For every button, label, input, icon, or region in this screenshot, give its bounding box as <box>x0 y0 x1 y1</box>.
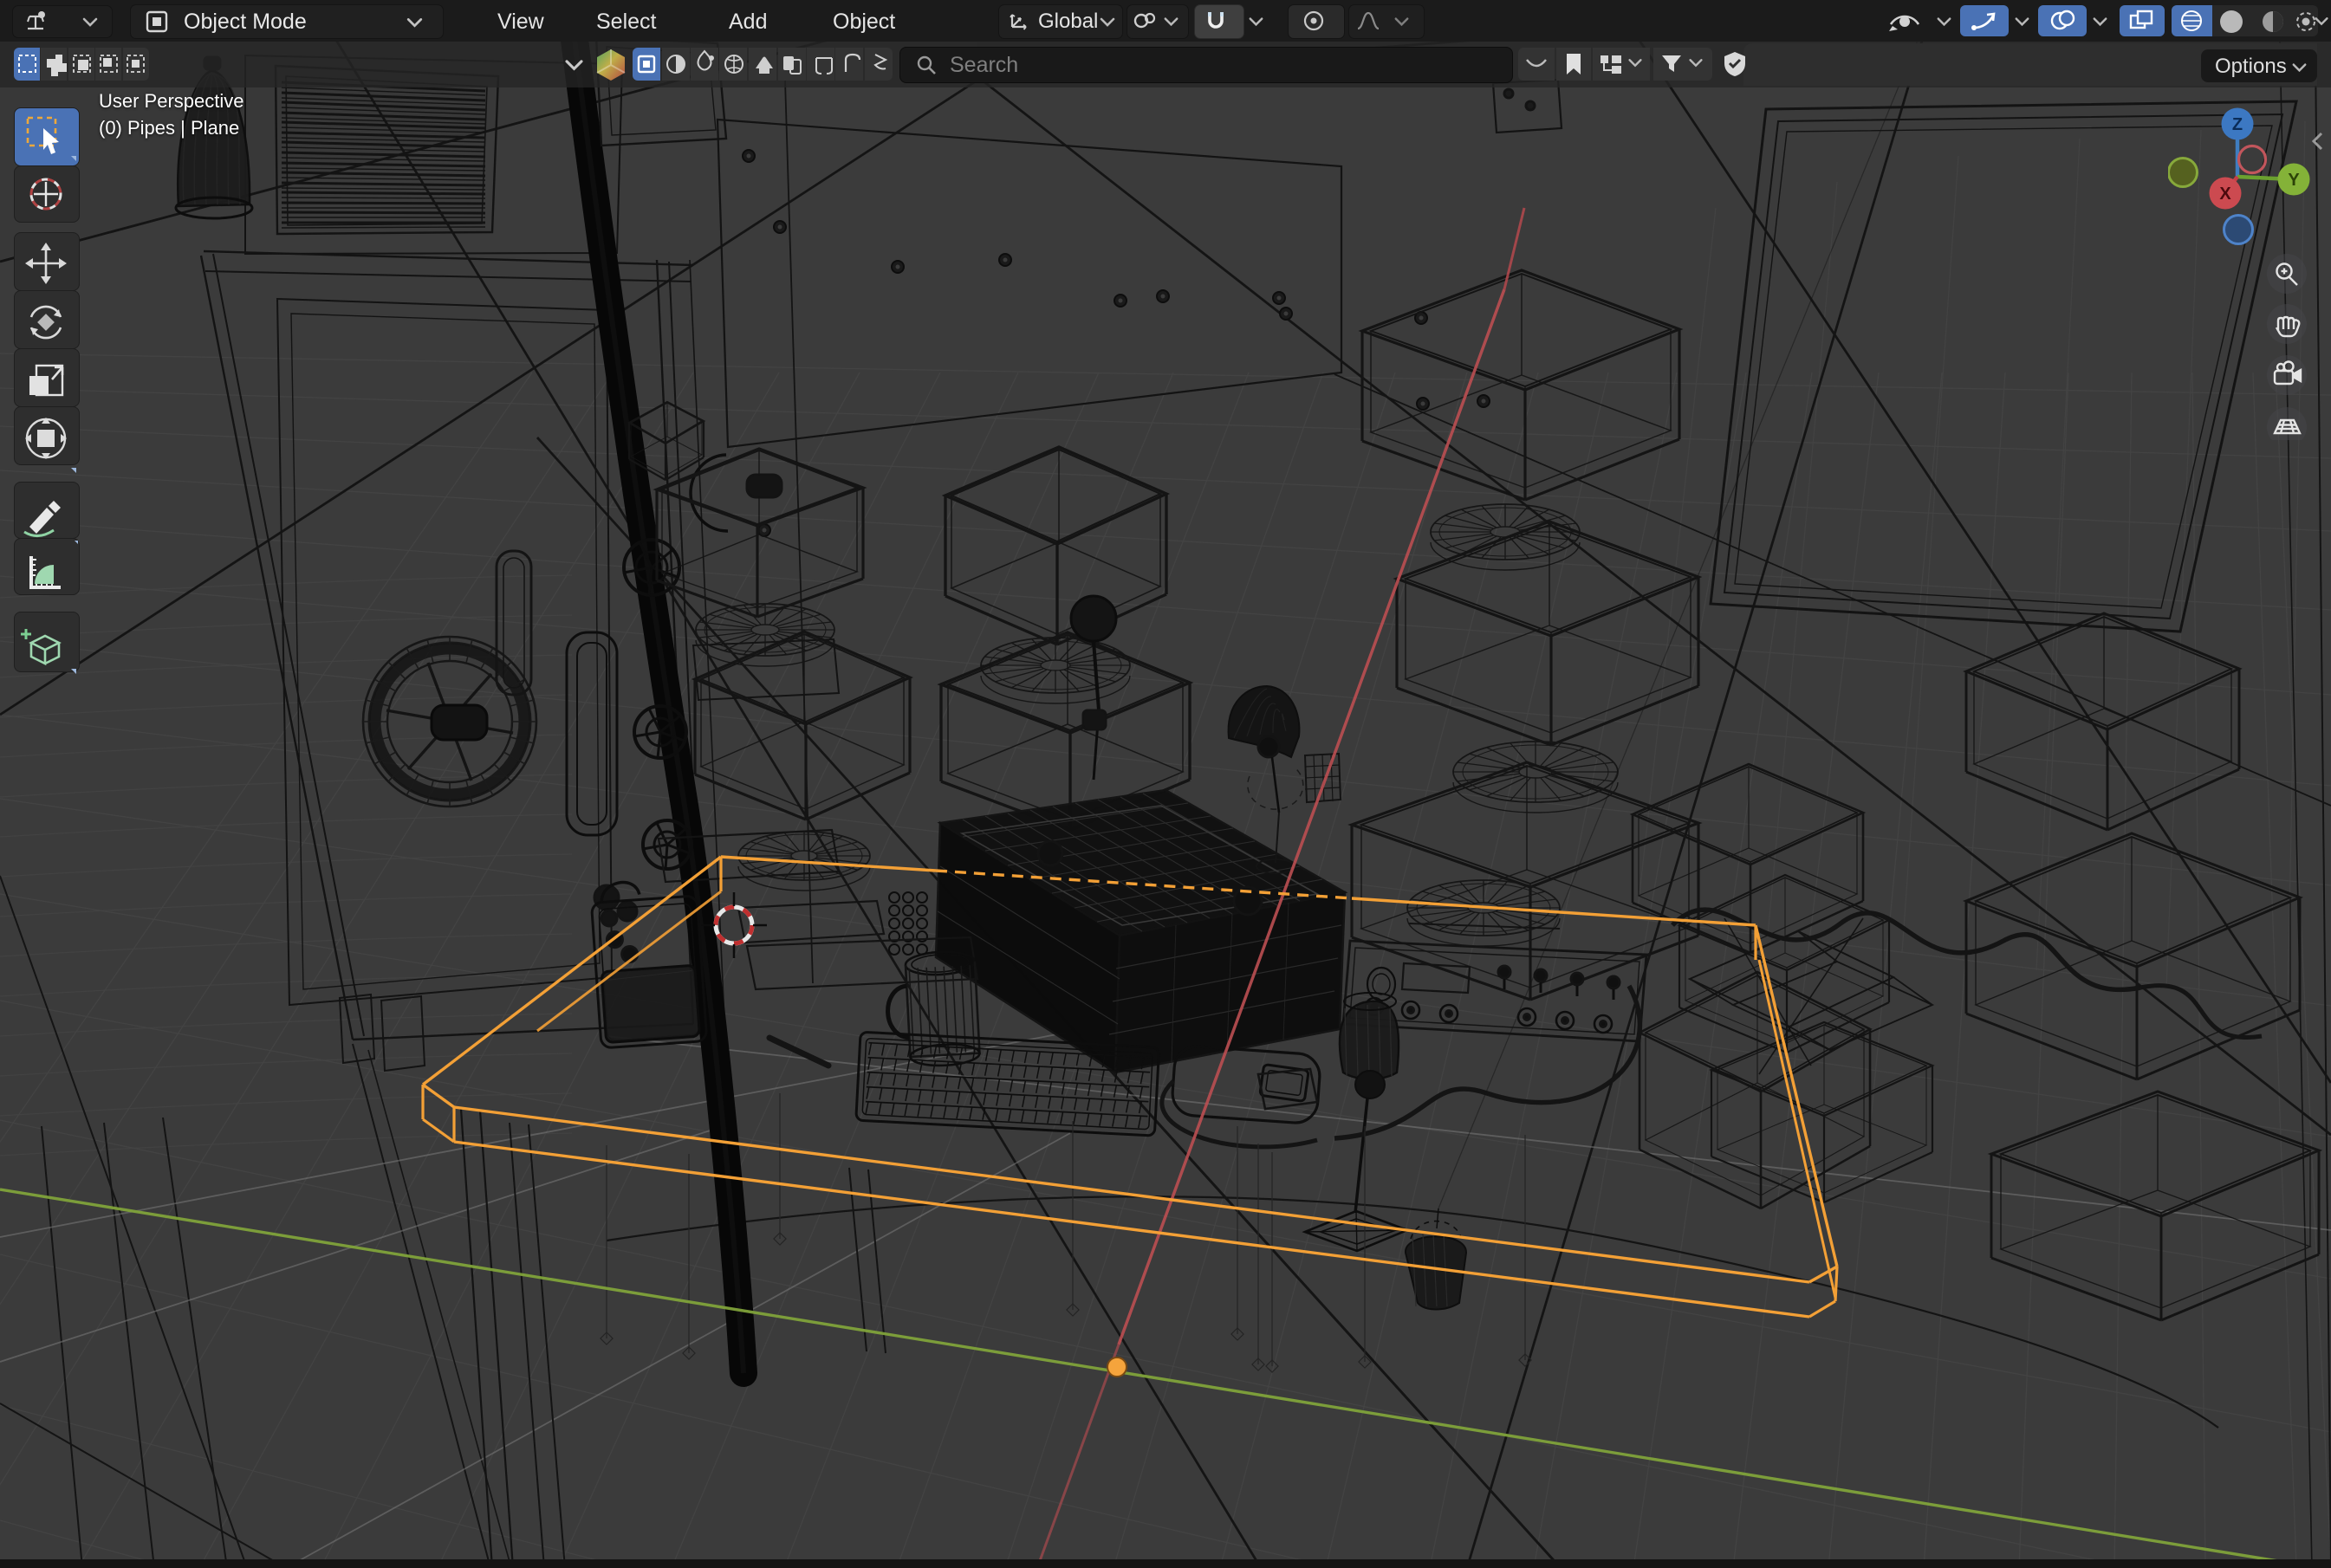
svg-text:Y: Y <box>2288 171 2300 190</box>
svg-text:Z: Z <box>2232 115 2243 134</box>
svg-text:X: X <box>2219 185 2231 204</box>
